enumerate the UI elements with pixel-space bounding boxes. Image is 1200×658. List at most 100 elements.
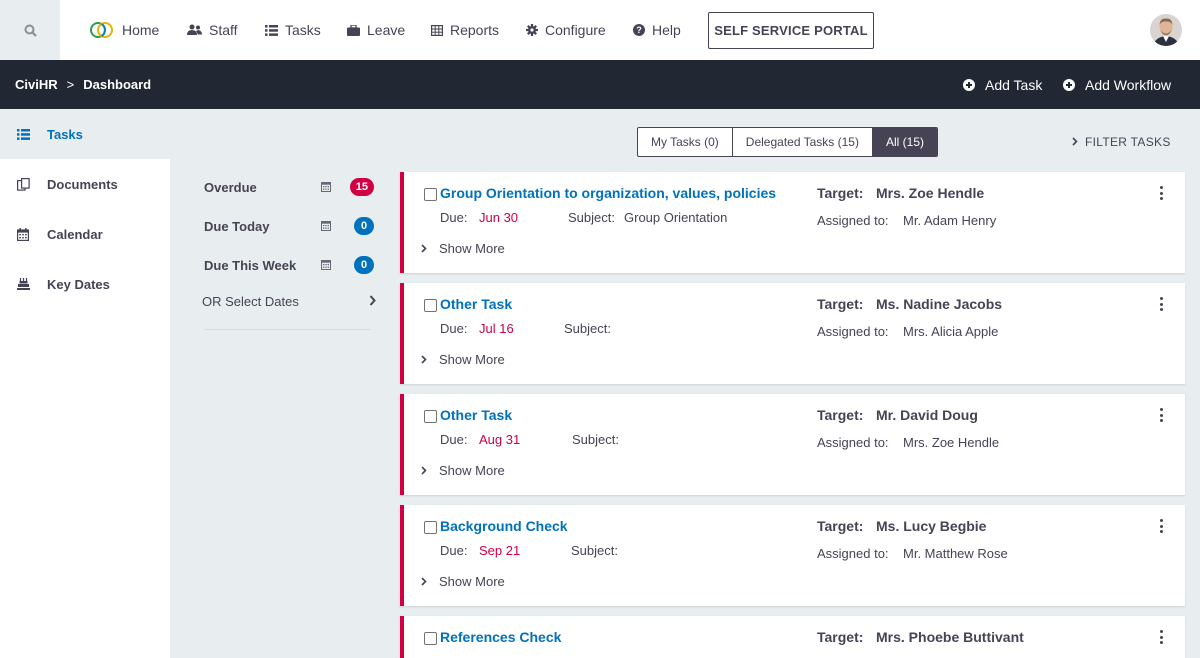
kebab-menu-icon[interactable]: [1159, 408, 1163, 422]
task-title[interactable]: Other Task: [440, 407, 512, 423]
add-task-button[interactable]: Add Task: [963, 77, 1042, 93]
target-label: Target:: [817, 185, 864, 201]
target-label: Target:: [817, 407, 864, 423]
breadcrumb-bar: CiviHR > Dashboard Add Task Add Workflow: [0, 60, 1200, 109]
filter-overdue[interactable]: Overdue 15: [204, 178, 374, 196]
task-tabs: My Tasks (0) Delegated Tasks (15) All (1…: [637, 127, 938, 157]
assigned-value[interactable]: Mr. Matthew Rose: [903, 546, 1008, 561]
task-checkbox[interactable]: [424, 299, 437, 312]
task-checkbox[interactable]: [424, 410, 437, 423]
show-more-label: Show More: [439, 574, 505, 589]
assigned-value[interactable]: Mr. Adam Henry: [903, 213, 996, 228]
search-button[interactable]: [0, 0, 60, 60]
show-more-label: Show More: [439, 352, 505, 367]
target-value[interactable]: Mrs. Phoebe Buttivant: [876, 629, 1024, 645]
list-icon: [265, 24, 278, 36]
chevron-right-icon: [421, 466, 427, 475]
assigned-value[interactable]: Mrs. Zoe Hendle: [903, 435, 999, 450]
select-dates-toggle[interactable]: OR Select Dates: [202, 294, 376, 309]
add-workflow-button[interactable]: Add Workflow: [1063, 77, 1171, 93]
target-value[interactable]: Mrs. Zoe Hendle: [876, 185, 984, 201]
due-label: Due:: [440, 321, 468, 336]
key-dates-icon: [17, 278, 31, 290]
nav-home[interactable]: Home: [89, 0, 159, 60]
assigned-label: Assigned to:: [817, 213, 889, 228]
list-icon: [17, 128, 31, 140]
task-checkbox[interactable]: [424, 632, 437, 645]
show-more-toggle[interactable]: Show More: [421, 574, 505, 589]
show-more-toggle[interactable]: Show More: [421, 463, 505, 478]
due-date: Jul 16: [479, 321, 514, 336]
tab-delegated-tasks[interactable]: Delegated Tasks (15): [733, 128, 873, 156]
due-date: Jun 30: [479, 210, 519, 225]
calendar-icon: [321, 180, 331, 195]
due-label: Due:: [440, 432, 468, 447]
sidebar-item-key-dates[interactable]: Key Dates: [0, 259, 170, 309]
assigned-label: Assigned to:: [817, 546, 889, 561]
filter-due-this-week[interactable]: Due This Week 0: [204, 256, 374, 274]
show-more-toggle[interactable]: Show More: [421, 352, 505, 367]
kebab-menu-icon[interactable]: [1159, 519, 1163, 533]
add-task-label: Add Task: [985, 77, 1043, 93]
sidebar-item-label: Tasks: [47, 126, 83, 142]
nav-help[interactable]: ? Help: [633, 0, 681, 60]
breadcrumb-separator: >: [66, 77, 75, 92]
nav-staff[interactable]: Staff: [187, 0, 238, 60]
filter-overdue-label: Overdue: [204, 179, 257, 195]
sidebar-item-tasks[interactable]: Tasks: [0, 109, 170, 159]
tab-all[interactable]: All (15): [872, 128, 937, 156]
sidebar-item-label: Documents: [47, 176, 118, 192]
show-more-toggle[interactable]: Show More: [421, 241, 505, 256]
self-service-portal-button[interactable]: SELF SERVICE PORTAL: [708, 12, 874, 49]
target-value[interactable]: Mr. David Doug: [876, 407, 978, 423]
target-value[interactable]: Ms. Nadine Jacobs: [876, 296, 1002, 312]
user-avatar[interactable]: [1150, 14, 1182, 46]
filter-tasks-toggle[interactable]: FILTER TASKS: [1072, 135, 1171, 149]
target-label: Target:: [817, 296, 864, 312]
task-checkbox[interactable]: [424, 188, 437, 201]
due-week-count-badge: 0: [354, 256, 374, 274]
kebab-menu-icon[interactable]: [1159, 186, 1163, 200]
plus-circle-icon: [963, 79, 975, 91]
tab-my-tasks[interactable]: My Tasks (0): [638, 128, 733, 156]
target-label: Target:: [817, 518, 864, 534]
subject-label: Subject:: [571, 543, 618, 558]
task-title[interactable]: Other Task: [440, 296, 512, 312]
task-checkbox[interactable]: [424, 521, 437, 534]
sidebar-item-calendar[interactable]: Calendar: [0, 209, 170, 259]
show-more-label: Show More: [439, 463, 505, 478]
assigned-value[interactable]: Mrs. Alicia Apple: [903, 324, 998, 339]
subject-label: Subject:: [572, 432, 619, 447]
nav-reports[interactable]: Reports: [431, 0, 499, 60]
filter-due-today[interactable]: Due Today 0: [204, 217, 374, 235]
sidebar-item-label: Key Dates: [47, 276, 110, 292]
nav-leave-label: Leave: [367, 22, 406, 38]
kebab-menu-icon[interactable]: [1159, 630, 1163, 644]
nav-leave[interactable]: Leave: [347, 0, 405, 60]
breadcrumb-root[interactable]: CiviHR: [15, 77, 58, 92]
help-icon: ?: [633, 24, 645, 36]
sidebar-item-documents[interactable]: Documents: [0, 159, 170, 209]
assigned-label: Assigned to:: [817, 324, 889, 339]
nav-configure[interactable]: Configure: [526, 0, 606, 60]
gear-icon: [526, 24, 538, 36]
select-dates-label: OR Select Dates: [202, 294, 299, 309]
nav-staff-label: Staff: [209, 22, 238, 38]
task-title[interactable]: Background Check: [440, 518, 568, 534]
target-value[interactable]: Ms. Lucy Begbie: [876, 518, 986, 534]
kebab-menu-icon[interactable]: [1159, 297, 1163, 311]
task-card: Other Task Due: Jul 16 Subject: Target: …: [400, 283, 1185, 384]
task-title[interactable]: Group Orientation to organization, value…: [440, 185, 776, 201]
task-title[interactable]: References Check: [440, 629, 561, 645]
add-workflow-label: Add Workflow: [1085, 77, 1172, 93]
target-label: Target:: [817, 629, 864, 645]
due-today-count-badge: 0: [354, 217, 374, 235]
task-card: References Check Target: Mrs. Phoebe But…: [400, 616, 1185, 658]
nav-tasks[interactable]: Tasks: [265, 0, 321, 60]
filter-tasks-label: FILTER TASKS: [1085, 135, 1171, 149]
breadcrumb: CiviHR > Dashboard: [15, 77, 151, 92]
nav-reports-label: Reports: [450, 22, 500, 38]
briefcase-icon: [347, 24, 360, 36]
breadcrumb-current: Dashboard: [83, 77, 152, 92]
top-navigation: Home Staff Tasks Leave Reports Configure…: [0, 0, 1200, 60]
